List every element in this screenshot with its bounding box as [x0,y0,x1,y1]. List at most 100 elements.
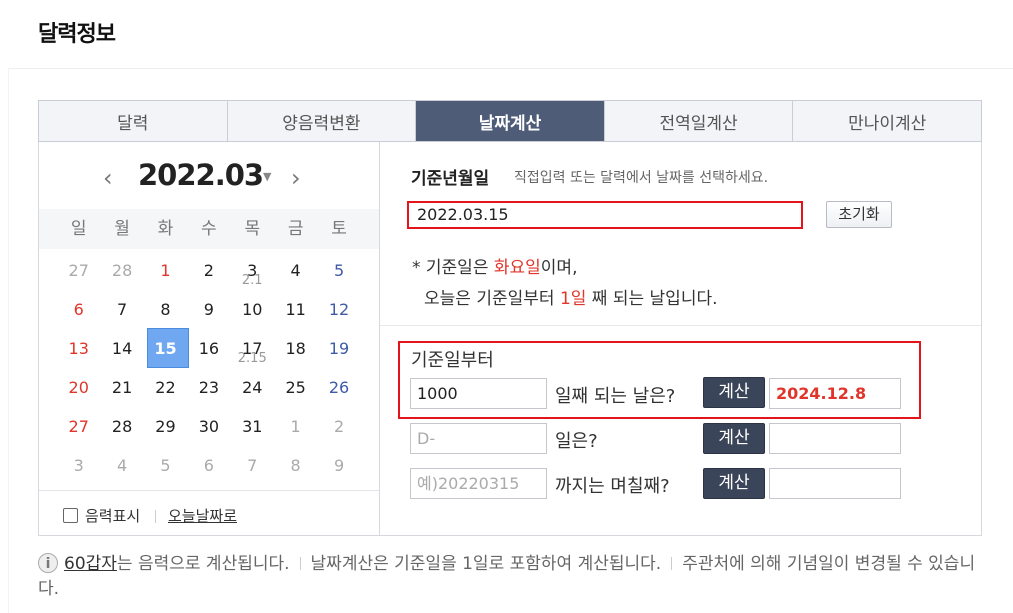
calendar-day[interactable]: 6 [187,449,230,488]
calendar-day[interactable]: 28 [100,254,143,293]
weekday-label: 일 [70,219,87,239]
calendar-day[interactable]: 16 [187,332,230,371]
calendar-day[interactable]: 5 [144,449,187,488]
weekday-label: 화 [157,219,174,239]
calc-button[interactable]: 계산 [703,468,765,499]
calendar-day[interactable]: 19 [317,332,360,371]
calendar-day[interactable]: 20 [57,371,100,410]
weekday-header: 일 월 화 수 목 금 토 [39,209,379,249]
calendar-day[interactable]: 6 [57,293,100,332]
calendar-day[interactable]: 2 [317,410,360,449]
calendar-week: 27 28 29 30 31 1 2 [57,410,361,449]
calendar-day[interactable]: 8 [144,293,187,332]
calendar-day[interactable]: 7 [231,449,274,488]
calendar-day[interactable]: 23 [187,371,230,410]
day-number: 14 [111,339,133,358]
message-text: * 기준일은 [412,258,494,278]
day-number: 28 [111,417,133,436]
notice-text: 날짜계산은 기준일을 1일로 포함하여 계산됩니다. [310,554,662,574]
calendar-day[interactable]: 29 [144,410,187,449]
calendar-day[interactable]: 10 [231,293,274,332]
calendar-day[interactable]: 2 [187,254,230,293]
target-date-input[interactable]: 예)20220315 [410,468,547,499]
tab-calendar[interactable]: 달력 [39,101,228,141]
calendar-day[interactable]: 27 [57,410,100,449]
calendar-day[interactable]: 4 [274,254,317,293]
day-number: 8 [290,456,301,475]
calendar-day[interactable]: 4 [100,449,143,488]
tab-lunar-convert[interactable]: 양음력변환 [227,101,417,141]
day-number: 3 [73,456,84,475]
chevron-left-icon[interactable]: ‹ [103,164,113,192]
calendar-day[interactable]: 3 2.1 [231,254,274,293]
base-date-input[interactable]: 2022.03.15 [407,201,803,229]
calendar-day[interactable]: 9 [187,293,230,332]
title-divider [8,68,1013,69]
calendar-day[interactable]: 14 [100,332,143,371]
day-number: 26 [328,378,350,397]
calc-button[interactable]: 계산 [703,377,765,408]
calendar-day[interactable]: 11 [274,293,317,332]
day-number: 19 [328,339,350,358]
d-day-label: 일은? [555,431,598,452]
weekday-message: * 기준일은 화요일이며, [412,253,577,278]
calendar-day[interactable]: 31 [231,410,274,449]
calendar-day[interactable]: 13 [57,332,100,371]
calendar-day[interactable]: 25 [274,371,317,410]
calendar-day[interactable]: 3 [57,449,100,488]
day-number: 24 [242,378,263,397]
calendar-day[interactable]: 21 [100,371,143,410]
calc-area: 기준년월일 직접입력 또는 달력에서 날짜를 선택하세요. 2022.03.15… [380,142,981,535]
calendar-day[interactable]: 24 [231,371,274,410]
calendar-day[interactable]: 5 [317,254,360,293]
calendar-day-selected[interactable]: 15 [144,328,190,371]
day-number: 5 [333,261,345,280]
tab-date-calc[interactable]: 날짜계산 [416,101,605,141]
calendar-day[interactable]: 26 [317,371,360,410]
caret-down-icon[interactable]: ▼ [263,170,271,183]
calendar-day[interactable]: 22 [144,371,187,410]
lunar-checkbox[interactable] [63,508,78,523]
notice-separator [671,557,673,570]
calendar-day[interactable]: 9 [317,449,360,488]
day-number: 27 [68,417,89,436]
date-calc-panel: ‹ 2022.03 ▼ › 일 월 화 수 목 금 토 27 28 1 2 3 2.1 4 5… [38,142,982,536]
calendar-grid: 27 28 1 2 3 2.1 4 5 6 7 8 9 10 11 12 13 14 15 16 17 2.15 18 19… [57,254,361,488]
tab-age-calc[interactable]: 만나이계산 [793,101,981,141]
day-number: 1 [290,417,301,436]
calendar-day[interactable]: 1 [274,410,317,449]
calendar-day[interactable]: 28 [100,410,143,449]
weekday-label: 금 [287,219,304,239]
calendar-day[interactable]: 12 [317,293,360,332]
info-icon: i [38,553,58,573]
tab-discharge-calc[interactable]: 전역일계산 [604,101,794,141]
calendar-week: 20 21 22 23 24 25 26 [57,371,361,410]
d-day-input[interactable]: D- [410,423,547,454]
message-text: 째 되는 날입니다. [586,289,718,309]
chevron-right-icon[interactable]: › [291,164,301,192]
sexagenary-link[interactable]: 60갑자 [64,554,117,574]
lunar-checkbox-label[interactable]: 음력표시 [85,505,140,526]
calendar-day[interactable]: 8 [274,449,317,488]
message-text: 오늘은 기준일부터 [424,289,560,309]
calc-button[interactable]: 계산 [703,423,765,454]
nth-day-input[interactable]: 1000 [410,378,547,409]
day-number: 7 [247,456,258,475]
calendar-week: 13 14 15 16 17 2.15 18 19 [57,328,361,371]
calendar-week: 3 4 5 6 7 8 9 [57,449,361,488]
reset-button[interactable]: 초기화 [826,201,892,228]
day-number: 5 [160,456,171,475]
day-number: 25 [285,378,306,397]
calendar-day[interactable]: 1 [144,254,187,293]
today-link[interactable]: 오늘날짜로 [168,505,237,526]
day-number: 22 [155,378,176,397]
calendar-day[interactable]: 30 [187,410,230,449]
from-base-label: 기준일부터 [411,350,494,371]
calendar-day[interactable]: 17 2.15 [231,332,274,371]
calendar-week: 6 7 8 9 10 11 12 [57,293,361,332]
calendar-day[interactable]: 27 [57,254,100,293]
calendar-day[interactable]: 7 [100,293,143,332]
base-weekday: 화요일 [493,258,541,278]
month-label[interactable]: 2022.03 [138,158,264,192]
calendar-day[interactable]: 18 [274,332,317,371]
